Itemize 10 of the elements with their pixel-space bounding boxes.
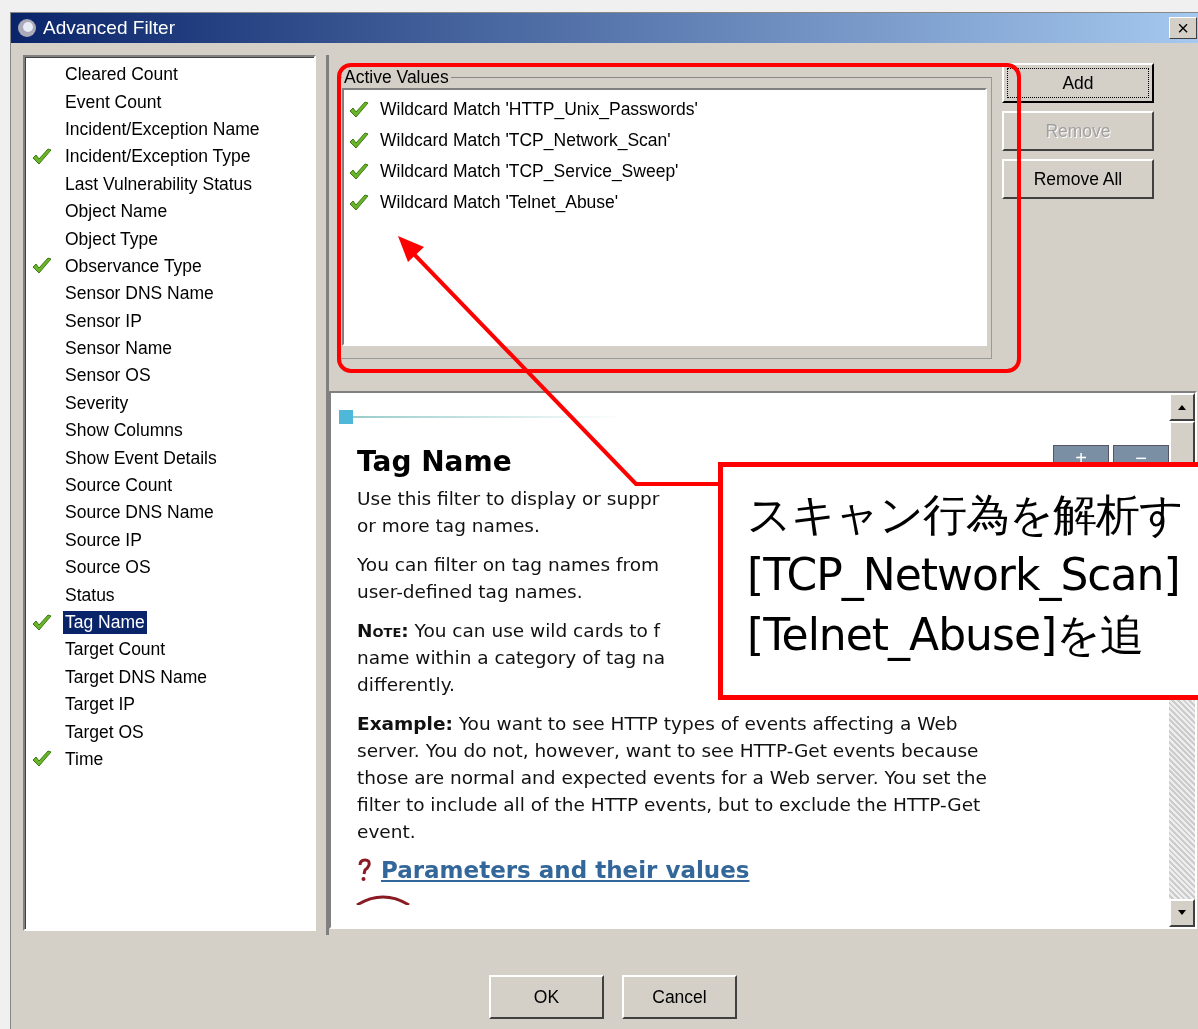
callout-text: スキャン行為を解析す [747, 488, 1184, 542]
window-title: Advanced Filter [43, 17, 175, 39]
help-paragraph: Note: You can use wild cards to f name within a category of tag na differently. [357, 619, 666, 697]
help-paragraph: You can filter on tag names from user-defined tag names. [357, 553, 659, 604]
callout-text: [TCP_Network_Scan] [747, 548, 1181, 603]
callout-text: [Telnet_Abuse]を追 [747, 608, 1145, 663]
group-title: Active Values [343, 67, 450, 88]
help-paragraph: Example: You want to see HTTP types of events affecting a Web server. You do not, however, want to see HTTP-Get events because those are normal and expected events for a Web server. You set the filter to include all of the HTTP events, but to exclude the HTTP-Get event. [357, 712, 987, 844]
help-title: Tag Name [357, 445, 512, 478]
help-paragraph: Use this filter to display or suppr or more tag names. [357, 487, 660, 538]
